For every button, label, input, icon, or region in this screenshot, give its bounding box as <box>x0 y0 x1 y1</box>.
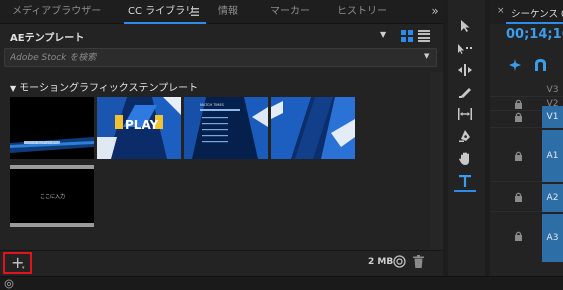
type-tool[interactable] <box>454 172 476 192</box>
sync-lock-icon[interactable] <box>514 151 523 161</box>
library-name[interactable]: AEテンプレート <box>10 29 84 44</box>
playhead-timecode[interactable]: 00;14;16 <box>506 27 563 42</box>
thumbnail-caption: SEASON PLAYER 17 <box>24 141 59 145</box>
tab-markers[interactable]: マーカー <box>270 0 310 24</box>
track-label-a3[interactable]: A3 <box>542 214 563 262</box>
template-preview-image <box>271 97 355 159</box>
chevron-down-icon[interactable]: ▼ <box>380 30 386 39</box>
tab-cc-libraries[interactable]: CC ライブラリ <box>128 0 195 24</box>
selection-tool[interactable] <box>454 16 476 36</box>
template-preview-image: PLAY <box>97 97 181 159</box>
track-row-a1: A1 <box>490 130 563 182</box>
tools-panel <box>448 0 485 276</box>
thumbnail-caption: ここに入力 <box>40 194 66 200</box>
type-tool-icon <box>459 175 471 187</box>
chevron-down-icon: ▾ <box>22 265 25 271</box>
add-content-button[interactable]: + ▾ <box>3 252 32 274</box>
track-row-a3: A3 <box>490 214 563 262</box>
status-bar <box>0 276 563 290</box>
close-icon[interactable]: × <box>497 6 505 16</box>
sequence-tab-bar: × シーケンス 01 <box>490 0 563 24</box>
hand-tool[interactable] <box>454 148 476 168</box>
svg-text:PLAY: PLAY <box>125 118 159 132</box>
cc-libraries-panel: メディアブラウザー CC ライブラリ 情報 マーカー ヒストリー » AEテンプ… <box>0 0 443 276</box>
tab-overflow-button[interactable]: » <box>427 0 443 24</box>
hamburger-icon[interactable] <box>191 8 199 16</box>
tab-info[interactable]: 情報 <box>218 0 238 24</box>
thumbnail-caption: MATCH TIMES <box>200 103 224 107</box>
track-select-tool[interactable] <box>454 38 476 58</box>
sequence-timeline-panel: × シーケンス 01 00;14;16 V3 V2 V1 A1 A2 A3 <box>490 0 563 276</box>
track-label-v1[interactable]: V1 <box>542 106 563 128</box>
library-selector[interactable]: AEテンプレート ▼ <box>0 25 443 47</box>
hand-icon <box>459 152 469 165</box>
sync-lock-icon[interactable] <box>514 192 523 202</box>
list-view-icon[interactable] <box>418 30 430 42</box>
track-select-icon <box>458 44 472 54</box>
slip-tool[interactable] <box>454 104 476 124</box>
template-thumbnail-2[interactable]: PLAY <box>97 97 181 159</box>
ripple-edit-tool[interactable] <box>454 60 476 80</box>
ripple-edit-icon <box>458 64 472 76</box>
search-input[interactable] <box>5 49 405 66</box>
tab-sequence[interactable]: シーケンス 01 <box>511 6 563 20</box>
track-row-v1: V1 <box>490 106 563 128</box>
selection-tool-icon <box>461 20 470 32</box>
active-tab-indicator <box>506 22 563 24</box>
tab-media-browser[interactable]: メディアブラウザー <box>12 0 101 24</box>
search-options-dropdown-icon[interactable]: ▼ <box>424 52 429 60</box>
track-row-a2: A2 <box>490 184 563 212</box>
active-tab-indicator <box>124 22 206 24</box>
razor-icon <box>459 88 471 98</box>
track-label-v3[interactable]: V3 <box>542 85 563 95</box>
nest-sequence-icon[interactable] <box>509 59 521 71</box>
section-title: モーショングラフィックステンプレート <box>19 83 199 94</box>
pen-icon <box>459 130 470 142</box>
template-preview-image <box>184 97 268 159</box>
collapse-arrow-icon[interactable]: ▼ <box>10 84 16 93</box>
template-thumbnail-4[interactable] <box>271 97 355 159</box>
workspace-icon[interactable] <box>4 279 14 289</box>
track-label-a1[interactable]: A1 <box>542 130 563 182</box>
trash-icon[interactable] <box>413 255 424 268</box>
pen-tool[interactable] <box>454 126 476 146</box>
template-thumbnail-1[interactable]: SEASON PLAYER 17 <box>10 97 94 159</box>
tab-history[interactable]: ヒストリー <box>337 0 387 24</box>
library-content: ▼ モーショングラフィックステンプレート SEASON PLAYER 17 PL… <box>0 72 430 250</box>
search-field: ▼ <box>4 48 437 67</box>
sync-lock-icon[interactable] <box>514 231 523 241</box>
grid-view-icon[interactable] <box>401 30 413 42</box>
razor-tool[interactable] <box>454 82 476 102</box>
snap-magnet-icon[interactable] <box>534 58 547 72</box>
template-thumbnail-3[interactable]: MATCH TIMES <box>184 97 268 159</box>
storage-usage: 2 MB <box>368 257 394 267</box>
library-scrollbar[interactable] <box>430 72 443 250</box>
track-label-a2[interactable]: A2 <box>542 184 563 212</box>
section-header[interactable]: ▼ モーショングラフィックステンプレート <box>10 79 198 94</box>
creative-cloud-sync-icon[interactable] <box>393 255 406 268</box>
slip-icon <box>458 108 472 120</box>
panel-tab-bar: メディアブラウザー CC ライブラリ 情報 マーカー ヒストリー » <box>0 0 443 24</box>
template-thumbnail-5[interactable]: ここに入力 <box>10 165 94 227</box>
template-preview-image <box>10 97 94 159</box>
sync-lock-icon[interactable] <box>514 112 523 122</box>
track-row-v3: V3 <box>490 84 563 97</box>
